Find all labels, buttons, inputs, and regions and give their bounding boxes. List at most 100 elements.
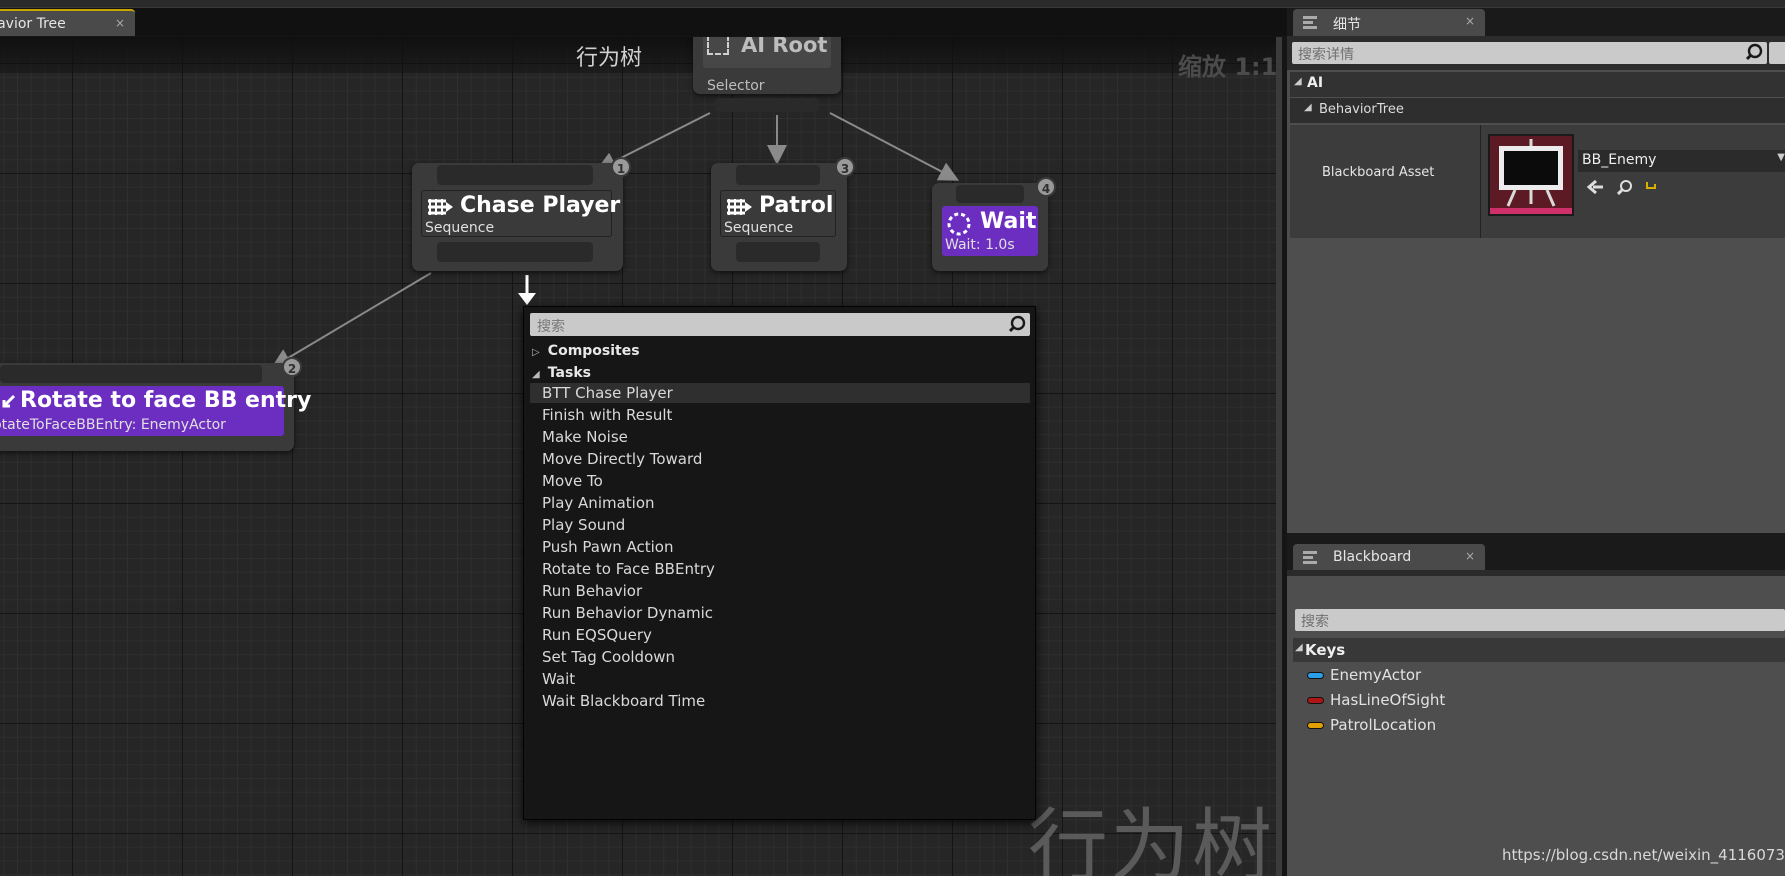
tab-blackboard[interactable]: Blackboard × xyxy=(1293,544,1485,571)
node-rotate-input-pin[interactable] xyxy=(0,365,262,383)
node-ai-root-subtitle: Selector xyxy=(707,78,765,94)
blackboard-asset-value: BB_Enemy xyxy=(1582,152,1657,168)
close-icon[interactable]: × xyxy=(115,16,125,30)
task-item[interactable]: Push Pawn Action xyxy=(542,538,673,556)
blackboard-asset-combo[interactable]: BB_Enemy ▼ xyxy=(1578,150,1785,172)
details-search-input[interactable]: 搜索详情 xyxy=(1292,42,1767,64)
task-item[interactable]: Run Behavior xyxy=(542,582,642,600)
keys-header[interactable]: ◢ Keys xyxy=(1293,638,1785,662)
tab-behavior-tree-label: Behavior Tree xyxy=(0,16,66,32)
node-index-badge: 2 xyxy=(282,357,302,377)
task-item[interactable]: BTT Chase Player xyxy=(542,384,673,402)
reset-arrow-icon[interactable] xyxy=(1644,179,1658,199)
node-patrol-input-pin[interactable] xyxy=(736,165,820,185)
blackboard-key-row[interactable]: HasLineOfSight xyxy=(1307,690,1767,712)
sequence-icon xyxy=(426,197,454,217)
details-icon xyxy=(1302,14,1318,30)
node-wait-input-pin[interactable] xyxy=(956,185,1024,203)
close-icon[interactable]: × xyxy=(1465,549,1475,563)
wait-icon xyxy=(946,211,972,237)
task-item[interactable]: Move To xyxy=(542,472,603,490)
blackboard-search-input[interactable]: 搜索 xyxy=(1295,609,1785,631)
details-view-options-button[interactable] xyxy=(1769,42,1785,64)
node-chase-player[interactable]: Chase Player Sequence 1 xyxy=(412,157,631,271)
task-item[interactable]: Run Behavior Dynamic xyxy=(542,604,713,622)
collapse-arrow-icon: ◢ xyxy=(532,369,540,380)
node-ai-root-title: AI Root xyxy=(741,37,828,57)
task-item[interactable]: Finish with Result xyxy=(542,406,672,424)
node-rotate-to-face[interactable]: Rotate to face BB entry RotateToFaceBBEn… xyxy=(0,357,311,451)
category-behaviortree-header[interactable]: ◢ BehaviorTree xyxy=(1290,98,1785,123)
category-ai-label: AI xyxy=(1307,75,1324,91)
node-rotate-subtitle-text: RotateToFaceBBEntry: EnemyActor xyxy=(0,417,226,433)
blackboard-key-row[interactable]: EnemyActor xyxy=(1307,665,1767,687)
details-search-placeholder: 搜索详情 xyxy=(1298,47,1354,63)
category-tasks[interactable]: ◢ Tasks xyxy=(532,362,591,381)
task-item[interactable]: Play Sound xyxy=(542,516,625,534)
tab-details-label: 细节 xyxy=(1333,17,1361,33)
key-type-icon xyxy=(1307,697,1324,704)
collapse-arrow-icon: ◢ xyxy=(1294,76,1302,87)
add-node-context-menu[interactable]: 搜索 ▷ Composites ◢ Tasks BTT Chase Player… xyxy=(523,306,1036,820)
task-item[interactable]: Wait xyxy=(542,670,575,688)
task-item[interactable]: Play Animation xyxy=(542,494,655,512)
task-item[interactable]: Move Directly Toward xyxy=(542,450,702,468)
task-item[interactable]: Wait Blackboard Time xyxy=(542,692,705,710)
task-item[interactable]: Run EQSQuery xyxy=(542,626,652,644)
expand-arrow-icon: ▷ xyxy=(532,347,540,358)
key-type-icon xyxy=(1307,722,1324,729)
keys-header-label: Keys xyxy=(1305,641,1346,659)
blackboard-key-row[interactable]: PatrolLocation xyxy=(1307,715,1767,737)
rotate-icon xyxy=(0,394,16,410)
task-item[interactable]: Set Tag Cooldown xyxy=(542,648,675,666)
category-ai-header[interactable]: ◢ AI xyxy=(1290,72,1785,97)
window-top-bar xyxy=(0,0,1785,8)
blackboard-asset-label: Blackboard Asset xyxy=(1322,165,1435,180)
key-type-icon xyxy=(1307,672,1324,679)
category-tasks-label: Tasks xyxy=(547,365,591,381)
blackboard-key-label: HasLineOfSight xyxy=(1330,691,1446,709)
node-index-badge: 4 xyxy=(1036,177,1056,197)
search-icon xyxy=(1745,43,1763,65)
context-search-input[interactable]: 搜索 xyxy=(530,313,1030,336)
node-rotate-subtitle: RotateToFaceBBEntry: EnemyActor xyxy=(0,417,280,433)
use-selected-arrow-icon[interactable] xyxy=(1586,179,1605,199)
category-composites[interactable]: ▷ Composites xyxy=(532,340,640,359)
close-icon[interactable]: × xyxy=(1465,14,1475,28)
node-patrol-subtitle: Sequence xyxy=(724,220,794,236)
node-patrol[interactable]: Patrol Sequence 3 xyxy=(711,157,855,271)
document-tab-strip xyxy=(0,8,1290,36)
node-wait[interactable]: Wait Wait: 1.0s 4 xyxy=(932,177,1056,271)
node-chase-subtitle: Sequence xyxy=(425,220,495,236)
graph-watermark: 行为树 xyxy=(1028,800,1274,876)
tab-details[interactable]: 细节 × xyxy=(1293,9,1485,36)
node-patrol-title: Patrol xyxy=(759,193,834,218)
tab-behavior-tree[interactable]: Behavior Tree × xyxy=(0,9,135,36)
asset-thumbnail[interactable] xyxy=(1488,134,1574,216)
graph-right-border xyxy=(1276,37,1282,876)
node-wait-title: Wait xyxy=(980,209,1037,234)
blackboard-search-placeholder: 搜索 xyxy=(1301,614,1329,630)
blackboard-key-label: EnemyActor xyxy=(1330,666,1422,684)
node-patrol-output-pin[interactable] xyxy=(736,242,820,262)
node-ai-root[interactable]: AI Root Selector xyxy=(693,37,841,112)
node-chase-input-pin[interactable] xyxy=(437,165,593,185)
node-chase-title: Chase Player xyxy=(460,193,621,218)
context-search-placeholder: 搜索 xyxy=(537,319,565,335)
node-ai-root-output-pin[interactable] xyxy=(715,98,819,112)
tab-blackboard-label: Blackboard xyxy=(1333,549,1412,565)
node-chase-output-pin[interactable] xyxy=(437,242,593,262)
node-index-badge: 3 xyxy=(835,157,855,177)
task-item[interactable]: Rotate to Face BBEntry xyxy=(542,560,715,578)
task-item[interactable]: Make Noise xyxy=(542,428,628,446)
wire-chase-rotate xyxy=(271,272,432,369)
blackboard-tab-icon xyxy=(1302,549,1318,565)
browse-search-icon[interactable] xyxy=(1616,179,1633,199)
sequence-icon xyxy=(725,197,753,217)
node-rotate-title: Rotate to face BB entry xyxy=(20,388,312,413)
chevron-down-icon: ▼ xyxy=(1777,152,1785,163)
source-url-watermark: https://blog.csdn.net/weixin_41160737 xyxy=(1502,846,1785,864)
node-index-badge: 1 xyxy=(611,157,631,177)
wire-drag-arrowhead xyxy=(518,293,536,305)
category-behaviortree-label: BehaviorTree xyxy=(1319,102,1404,117)
